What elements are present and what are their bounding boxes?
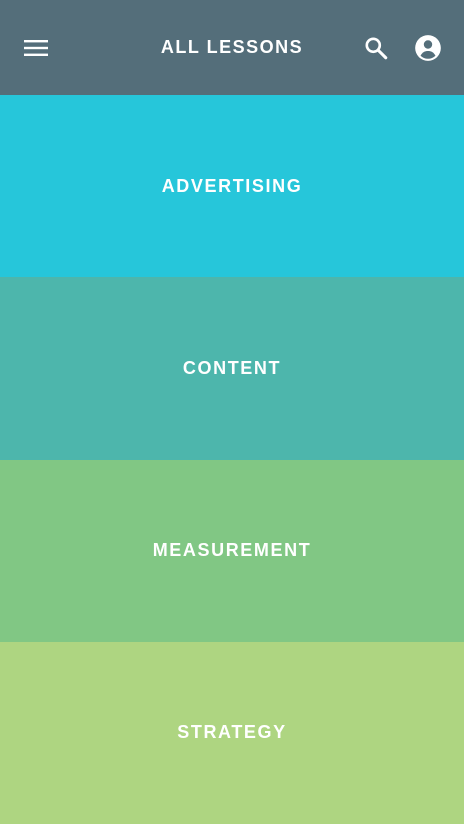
category-label: MEASUREMENT — [152, 540, 312, 561]
account-circle-icon — [414, 34, 442, 62]
search-button[interactable] — [356, 28, 396, 68]
category-advertising[interactable]: ADVERTISING — [0, 95, 464, 278]
account-button[interactable] — [408, 28, 448, 68]
category-strategy[interactable]: STRATEGY — [0, 641, 464, 824]
page-title: ALL LESSONS — [160, 37, 304, 57]
menu-button[interactable] — [16, 28, 56, 68]
app-screen: ALL LESSONS ADVERTISING CONTENT MEASUREM… — [0, 0, 464, 824]
category-measurement[interactable]: MEASUREMENT — [0, 459, 464, 642]
search-icon — [363, 35, 389, 61]
category-label: CONTENT — [182, 357, 282, 378]
top-app-bar: ALL LESSONS — [0, 0, 464, 95]
menu-icon — [24, 36, 48, 60]
category-label: ADVERTISING — [161, 175, 303, 196]
category-label: STRATEGY — [177, 722, 287, 743]
category-content[interactable]: CONTENT — [0, 277, 464, 460]
